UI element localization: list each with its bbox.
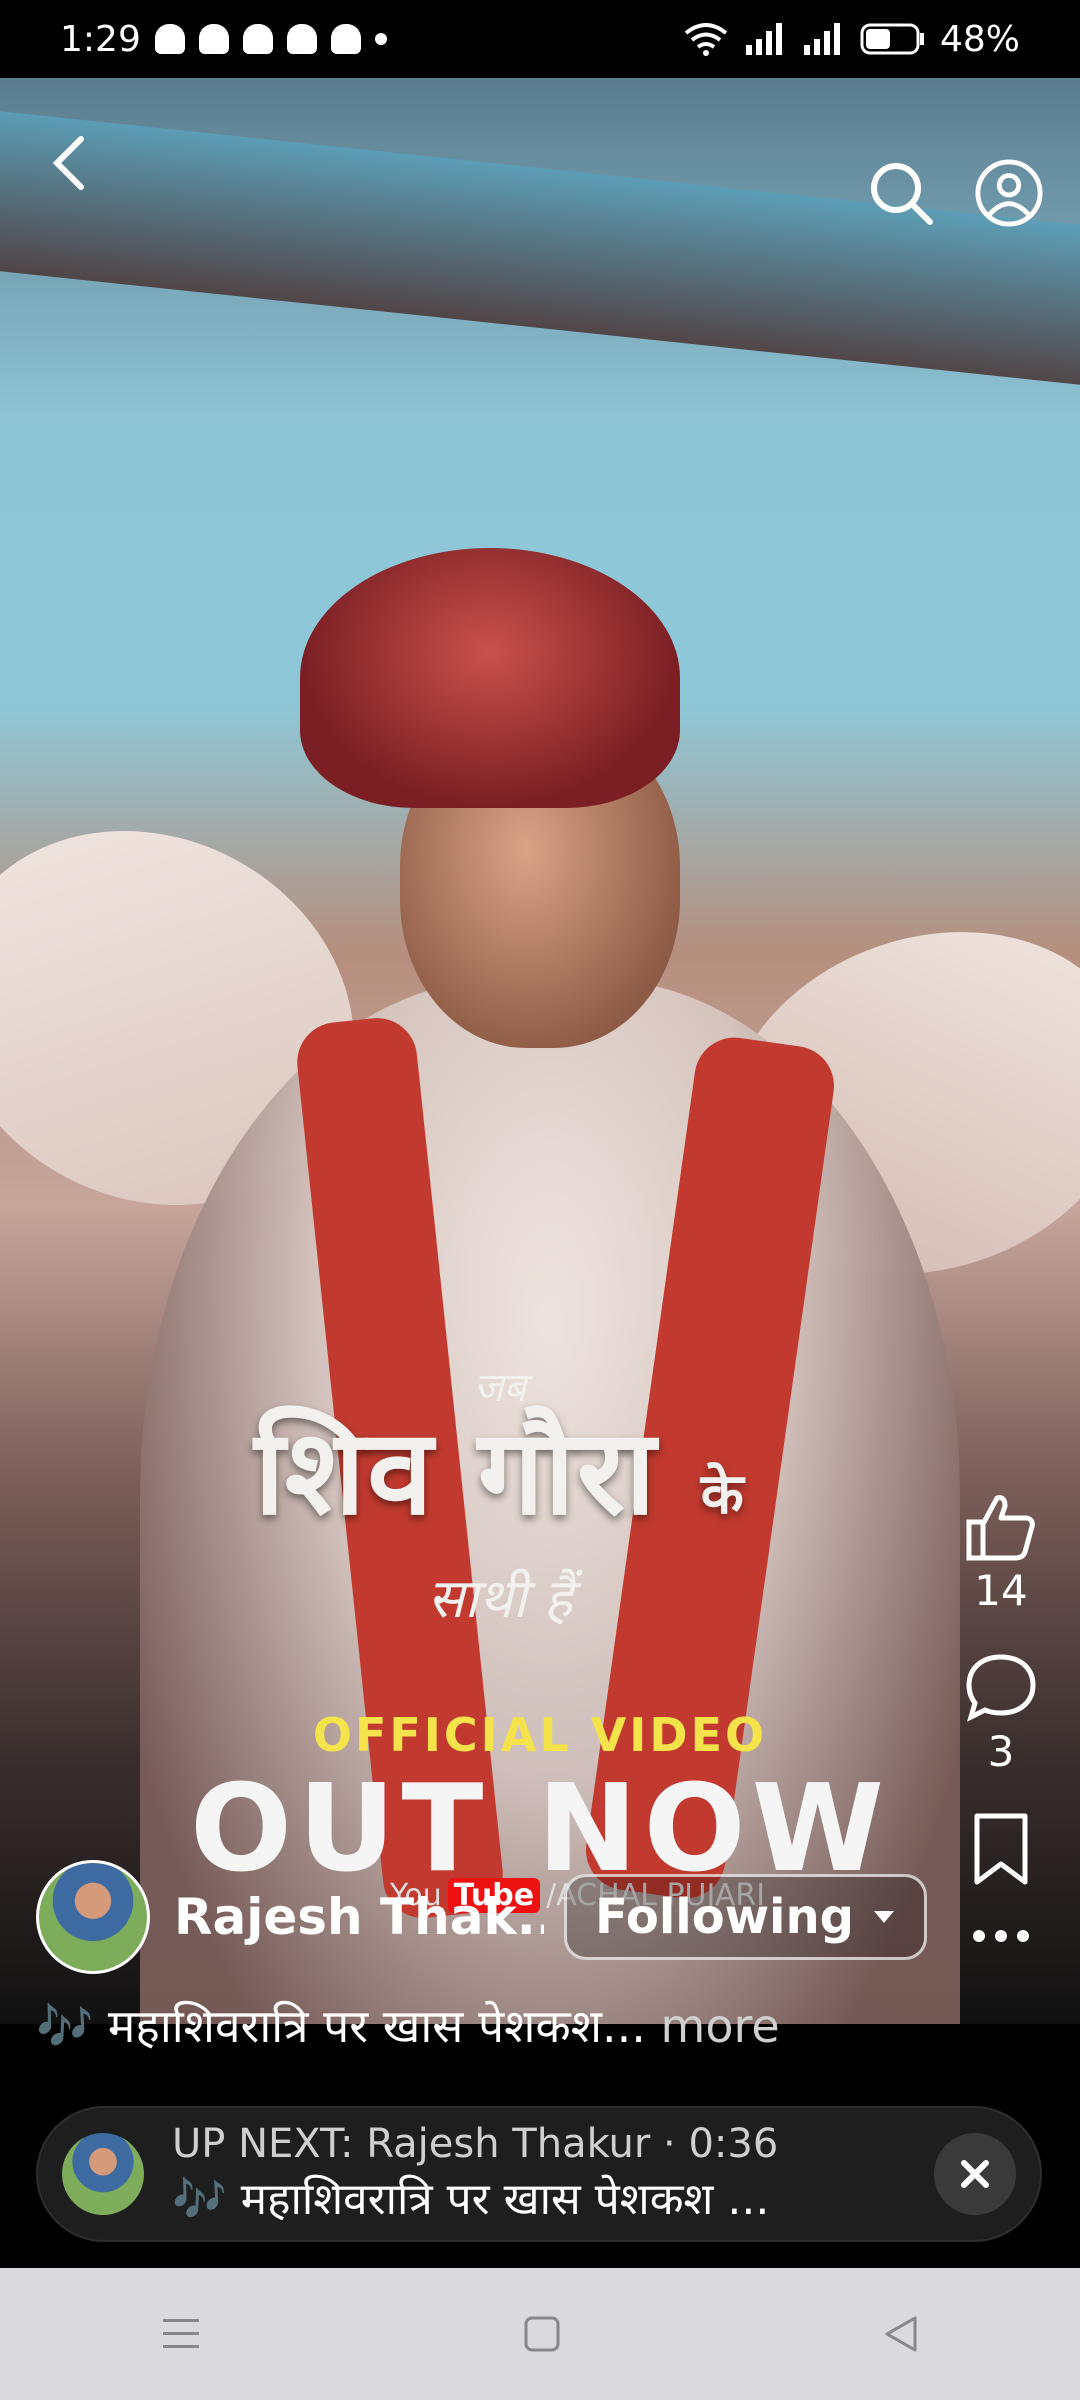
- back-button[interactable]: [34, 128, 104, 198]
- up-next-caption: 🎶 महाशिवरात्रि पर खास पेशकश ...: [172, 2174, 770, 2225]
- comment-count: 3: [987, 1727, 1015, 1776]
- search-button[interactable]: [866, 158, 936, 228]
- caption[interactable]: 🎶 महाशिवरात्रि पर खास पेशकश... more: [36, 1994, 936, 2056]
- home-icon[interactable]: [522, 2314, 562, 2354]
- back-nav-icon[interactable]: [881, 2314, 921, 2354]
- video-person-turban: [300, 548, 680, 808]
- following-label: Following: [595, 1889, 855, 1945]
- comment-icon: [966, 1654, 1036, 1722]
- like-button[interactable]: 14: [963, 1490, 1039, 1615]
- battery-percent: 48%: [939, 18, 1020, 60]
- title-main-text: शिव गौरा: [254, 1402, 658, 1541]
- profile-button[interactable]: [974, 158, 1044, 228]
- up-next-title: UP NEXT: Rajesh Thakur · 0:36: [172, 2121, 779, 2167]
- up-next-text: UP NEXT: Rajesh Thakur · 0:36 🎶 महाशिवरा…: [172, 2121, 934, 2227]
- author-row: Rajesh Thak... Following: [36, 1860, 1046, 1974]
- close-icon: [961, 2160, 989, 2188]
- video-title-art: जब शिव गौरा के साथी हैं: [150, 1358, 850, 1633]
- official-video-label: OFFICIAL VIDEO: [312, 1708, 768, 1762]
- up-next-avatar: [62, 2133, 144, 2215]
- more-notifications-icon: [374, 33, 387, 45]
- battery-icon: [860, 23, 924, 55]
- up-next-close-button[interactable]: [934, 2133, 1016, 2215]
- snapchat-icon: [242, 24, 273, 54]
- up-next-card[interactable]: UP NEXT: Rajesh Thakur · 0:36 🎶 महाशिवरा…: [36, 2106, 1042, 2242]
- snapchat-icon: [286, 24, 317, 54]
- video-background-bridge: [0, 111, 1080, 385]
- signal-icon: [745, 23, 782, 55]
- menu-icon[interactable]: [159, 2315, 203, 2353]
- snapchat-icon: [198, 24, 229, 54]
- notification-icon: [154, 24, 185, 54]
- status-left: 1:29: [60, 19, 387, 60]
- system-nav-bar: [0, 2268, 1080, 2400]
- status-bar: 1:29 48%: [0, 0, 1080, 78]
- signal-icon: [803, 23, 840, 55]
- following-button[interactable]: Following: [564, 1874, 928, 1960]
- author-avatar[interactable]: [36, 1860, 150, 1974]
- profile-icon: [975, 159, 1043, 227]
- title-side-text: के: [700, 1461, 746, 1527]
- snapchat-icon: [330, 24, 361, 54]
- status-right: 48%: [682, 19, 1020, 60]
- like-icon: [966, 1495, 1035, 1561]
- caption-more-link[interactable]: more: [661, 1999, 780, 2053]
- title-sub: साथी हैं: [427, 1567, 573, 1630]
- caption-text: 🎶 महाशिवरात्रि पर खास पेशकश...: [36, 1999, 646, 2053]
- chevron-down-icon: [874, 1911, 895, 1923]
- status-time: 1:29: [60, 18, 141, 60]
- wifi-icon: [684, 23, 728, 56]
- like-count: 14: [974, 1566, 1028, 1615]
- title-main: शिव गौरा के: [150, 1413, 850, 1553]
- author-name[interactable]: Rajesh Thak...: [174, 1888, 544, 1946]
- search-icon: [871, 163, 933, 225]
- comment-button[interactable]: 3: [963, 1651, 1039, 1776]
- back-icon: [52, 136, 84, 190]
